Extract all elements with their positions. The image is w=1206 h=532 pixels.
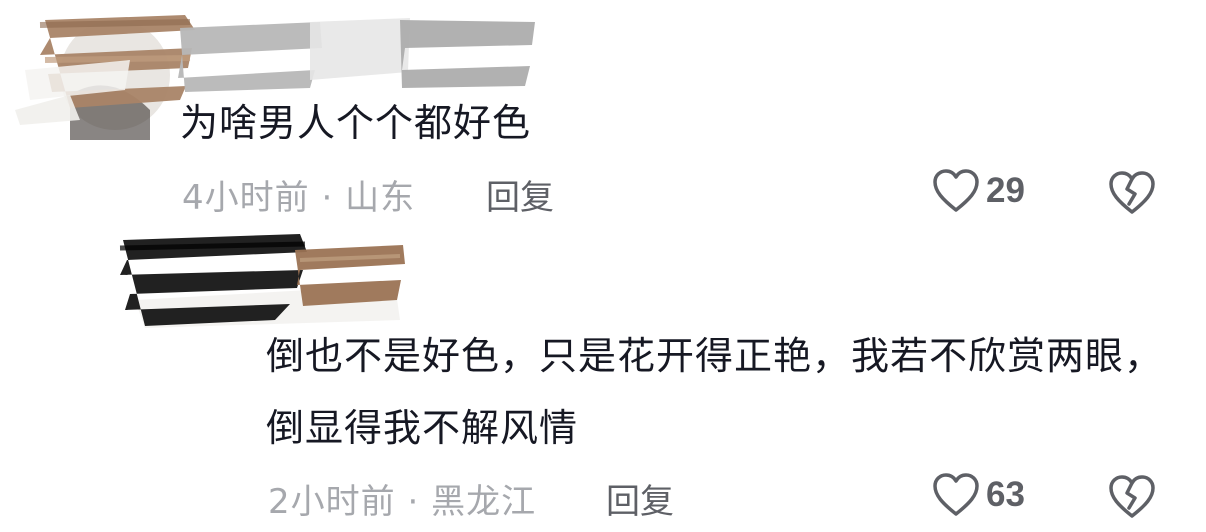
comment-meta: 4小时前 · 山东 — [182, 170, 415, 219]
meta-separator: · — [395, 482, 432, 522]
like-count: 29 — [986, 171, 1025, 210]
heart-outline-icon — [933, 473, 979, 516]
dislike-button[interactable] — [1108, 170, 1156, 220]
comment-location: 黑龙江 — [431, 482, 537, 522]
comment-time: 4小时前 — [182, 178, 310, 218]
comment-location: 山东 — [345, 178, 416, 218]
broken-heart-icon — [1109, 171, 1155, 214]
comment-text: 倒也不是好色，只是花开得正艳，我若不欣赏两眼，倒显得我不解风情 — [266, 334, 1164, 450]
meta-separator: · — [309, 178, 346, 218]
comment-text: 为啥男人个个都好色 — [180, 101, 532, 145]
broken-heart-icon — [1109, 475, 1155, 518]
reply-button[interactable]: 回复 — [606, 474, 674, 523]
reply-button[interactable]: 回复 — [486, 170, 554, 219]
comment-item: 倒也不是好色，只是花开得正艳，我若不欣赏两眼，倒显得我不解风情 2小时前 · 黑… — [0, 230, 1206, 532]
comment-meta: 2小时前 · 黑龙江 — [268, 474, 536, 523]
like-count: 63 — [986, 475, 1025, 514]
like-button[interactable]: 63 — [932, 472, 1025, 518]
like-button[interactable]: 29 — [932, 168, 1025, 214]
dislike-button[interactable] — [1108, 474, 1156, 524]
comment-item: 为啥男人个个都好色 4小时前 · 山东 回复 29 — [0, 0, 1206, 230]
heart-outline-icon — [933, 169, 979, 212]
redacted-avatar-and-username — [119, 234, 405, 328]
comment-time: 2小时前 — [268, 482, 396, 522]
